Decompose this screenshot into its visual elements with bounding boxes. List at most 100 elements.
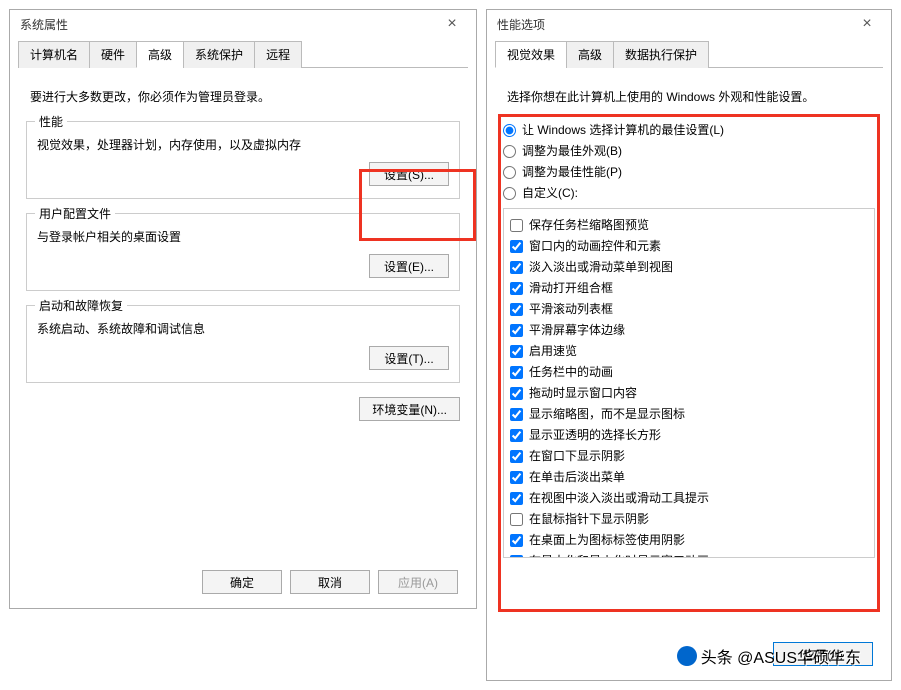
close-icon[interactable]: ×: [847, 12, 887, 36]
group-user-profiles: 用户配置文件 与登录帐户相关的桌面设置 设置(E)...: [26, 213, 460, 291]
ok-button[interactable]: 确定: [202, 570, 282, 594]
check-label: 显示缩略图，而不是显示图标: [529, 405, 685, 423]
tab-hardware[interactable]: 硬件: [89, 41, 137, 68]
check-label: 拖动时显示窗口内容: [529, 384, 637, 402]
checkbox-input[interactable]: [510, 282, 523, 295]
dialog-title: 性能选项: [497, 16, 545, 33]
checkbox-input[interactable]: [510, 387, 523, 400]
check-label: 平滑屏幕字体边缘: [529, 321, 625, 339]
checkbox-input[interactable]: [510, 429, 523, 442]
radio-input[interactable]: [503, 166, 516, 179]
checkbox-input[interactable]: [510, 450, 523, 463]
check-label: 滑动打开组合框: [529, 279, 613, 297]
radio-option[interactable]: 自定义(C):: [503, 184, 875, 202]
system-properties-dialog: 系统属性 × 计算机名 硬件 高级 系统保护 远程 要进行大多数更改，你必须作为…: [9, 9, 477, 609]
check-label: 在桌面上为图标标签使用阴影: [529, 531, 685, 549]
admin-note: 要进行大多数更改，你必须作为管理员登录。: [30, 88, 456, 105]
group-desc: 系统启动、系统故障和调试信息: [37, 320, 449, 338]
check-label: 在鼠标指针下显示阴影: [529, 510, 649, 528]
checkbox-input[interactable]: [510, 240, 523, 253]
check-option[interactable]: 窗口内的动画控件和元素: [510, 237, 868, 255]
check-option[interactable]: 在视图中淡入淡出或滑动工具提示: [510, 489, 868, 507]
check-option[interactable]: 在单击后淡出菜单: [510, 468, 868, 486]
check-label: 平滑滚动列表框: [529, 300, 613, 318]
check-label: 在窗口下显示阴影: [529, 447, 625, 465]
check-label: 保存任务栏缩略图预览: [529, 216, 649, 234]
tabs-sys: 计算机名 硬件 高级 系统保护 远程: [18, 40, 468, 68]
cancel-button[interactable]: 取消: [290, 570, 370, 594]
tab-visual-effects[interactable]: 视觉效果: [495, 41, 567, 68]
tab-advanced[interactable]: 高级: [136, 41, 184, 68]
check-option[interactable]: 在鼠标指针下显示阴影: [510, 510, 868, 528]
dialog-buttons: 确定 取消 应用(A): [202, 570, 458, 594]
perf-note: 选择你想在此计算机上使用的 Windows 外观和性能设置。: [507, 88, 871, 105]
tabs-perf: 视觉效果 高级 数据执行保护: [495, 40, 883, 68]
group-startup-recovery: 启动和故障恢复 系统启动、系统故障和调试信息 设置(T)...: [26, 305, 460, 383]
group-title: 性能: [35, 113, 67, 130]
content: 选择你想在此计算机上使用的 Windows 外观和性能设置。 让 Windows…: [487, 68, 891, 570]
check-option[interactable]: 显示缩略图，而不是显示图标: [510, 405, 868, 423]
check-label: 窗口内的动画控件和元素: [529, 237, 661, 255]
group-title: 启动和故障恢复: [35, 297, 127, 314]
check-option[interactable]: 在桌面上为图标标签使用阴影: [510, 531, 868, 549]
settings-button-performance[interactable]: 设置(S)...: [369, 162, 449, 186]
checkbox-input[interactable]: [510, 555, 523, 559]
check-label: 在单击后淡出菜单: [529, 468, 625, 486]
tab-computer-name[interactable]: 计算机名: [18, 41, 90, 68]
radio-option[interactable]: 让 Windows 选择计算机的最佳设置(L): [503, 121, 875, 139]
check-option[interactable]: 启用速览: [510, 342, 868, 360]
env-vars-button[interactable]: 环境变量(N)...: [359, 397, 460, 421]
apply-button[interactable]: 应用(A): [378, 570, 458, 594]
radio-label: 调整为最佳性能(P): [522, 163, 622, 181]
check-label: 在最大化和最小化时显示窗口动画: [529, 552, 709, 558]
checkbox-input[interactable]: [510, 513, 523, 526]
check-option[interactable]: 平滑屏幕字体边缘: [510, 321, 868, 339]
group-title: 用户配置文件: [35, 205, 115, 222]
radio-label: 自定义(C):: [522, 184, 578, 202]
radio-input[interactable]: [503, 145, 516, 158]
check-option[interactable]: 在窗口下显示阴影: [510, 447, 868, 465]
radio-input[interactable]: [503, 187, 516, 200]
effects-checklist: 保存任务栏缩略图预览窗口内的动画控件和元素淡入淡出或滑动菜单到视图滑动打开组合框…: [503, 208, 875, 558]
check-option[interactable]: 滑动打开组合框: [510, 279, 868, 297]
tab-dep[interactable]: 数据执行保护: [613, 41, 709, 68]
check-option[interactable]: 平滑滚动列表框: [510, 300, 868, 318]
checkbox-input[interactable]: [510, 366, 523, 379]
checkbox-input[interactable]: [510, 408, 523, 421]
checkbox-input[interactable]: [510, 261, 523, 274]
radio-option[interactable]: 调整为最佳外观(B): [503, 142, 875, 160]
radio-group: 让 Windows 选择计算机的最佳设置(L) 调整为最佳外观(B) 调整为最佳性能…: [503, 121, 875, 202]
settings-button-startup[interactable]: 设置(T)...: [369, 346, 449, 370]
titlebar: 系统属性 ×: [10, 10, 476, 38]
watermark: 头条 @ASUS华硕华东: [677, 644, 861, 668]
close-icon[interactable]: ×: [432, 12, 472, 36]
check-option[interactable]: 在最大化和最小化时显示窗口动画: [510, 552, 868, 558]
tab-remote[interactable]: 远程: [254, 41, 302, 68]
radio-input[interactable]: [503, 124, 516, 137]
check-option[interactable]: 显示亚透明的选择长方形: [510, 426, 868, 444]
content: 要进行大多数更改，你必须作为管理员登录。 性能 视觉效果，处理器计划，内存使用，…: [10, 68, 476, 433]
check-option[interactable]: 拖动时显示窗口内容: [510, 384, 868, 402]
dialog-title: 系统属性: [20, 16, 68, 33]
checkbox-input[interactable]: [510, 492, 523, 505]
checkbox-input[interactable]: [510, 345, 523, 358]
radio-option[interactable]: 调整为最佳性能(P): [503, 163, 875, 181]
checkbox-input[interactable]: [510, 324, 523, 337]
watermark-text: 头条 @ASUS华硕华东: [701, 644, 861, 668]
checkbox-input[interactable]: [510, 534, 523, 547]
tab-system-protection[interactable]: 系统保护: [183, 41, 255, 68]
titlebar: 性能选项 ×: [487, 10, 891, 38]
group-desc: 视觉效果，处理器计划，内存使用，以及虚拟内存: [37, 136, 449, 154]
checkbox-input[interactable]: [510, 471, 523, 484]
check-label: 任务栏中的动画: [529, 363, 613, 381]
check-label: 淡入淡出或滑动菜单到视图: [529, 258, 673, 276]
check-option[interactable]: 任务栏中的动画: [510, 363, 868, 381]
settings-button-profiles[interactable]: 设置(E)...: [369, 254, 449, 278]
check-option[interactable]: 淡入淡出或滑动菜单到视图: [510, 258, 868, 276]
checkbox-input[interactable]: [510, 219, 523, 232]
check-option[interactable]: 保存任务栏缩略图预览: [510, 216, 868, 234]
check-label: 在视图中淡入淡出或滑动工具提示: [529, 489, 709, 507]
tab-advanced[interactable]: 高级: [566, 41, 614, 68]
checkbox-input[interactable]: [510, 303, 523, 316]
avatar-icon: [677, 646, 697, 666]
